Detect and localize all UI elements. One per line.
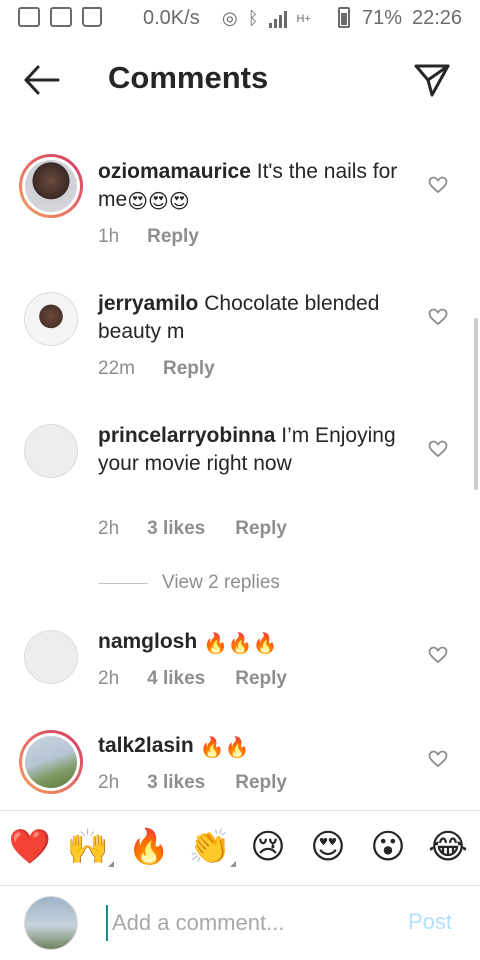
gmail-notification-icon [50,7,72,27]
reaction-raised-hands-button[interactable]: 🙌 [66,825,114,869]
divider [98,582,148,584]
avatar[interactable] [19,154,83,218]
paper-plane-icon [414,64,450,97]
comment-likes[interactable]: 4 likes [147,668,205,690]
header: Comments [0,38,480,122]
like-comment-button[interactable] [428,646,448,664]
bluetooth-icon: ᛒ [247,8,259,28]
clap-emoji-icon: 👏 [188,828,232,866]
reply-button[interactable]: Reply [235,518,287,540]
comment-time: 22m [98,358,135,379]
quick-reaction-bar: ❤️ 🙌 🔥 👏 😢 😍 😮 😂 [0,810,480,886]
avatar[interactable] [24,424,78,478]
reaction-heart-button[interactable]: ❤️ [8,825,52,869]
comment-body: namglosh 🔥🔥🔥 [98,628,398,656]
crying-emoji-icon: 😢 [250,828,286,866]
surprised-emoji-icon: 😮 [370,828,406,866]
signal-icon [268,10,287,28]
reaction-heart-eyes-button[interactable]: 😍 [306,825,350,869]
comment-username[interactable]: namglosh [98,630,197,653]
back-arrow-icon [24,65,60,95]
page-title: Comments [108,60,269,95]
like-comment-button[interactable] [428,308,448,326]
reaction-laughing-button[interactable]: 😂 [426,825,470,869]
comment-username[interactable]: talk2lasin [98,734,194,757]
comment-time: 2h [98,668,120,689]
reply-button[interactable]: Reply [147,226,199,248]
view-replies-button[interactable]: View 2 replies [98,572,280,594]
scrollbar[interactable] [474,318,478,490]
heart-outline-icon [428,176,448,194]
direct-share-button[interactable] [410,60,454,100]
heart-outline-icon [428,750,448,768]
reaction-crying-button[interactable]: 😢 [246,825,290,869]
battery-icon [338,7,350,28]
comment-likes[interactable]: 3 likes [147,772,205,794]
comment-composer: Post [0,887,480,960]
chat-notification-icon [18,7,40,27]
connectivity-icons: ◎ ᛒ H+ [222,8,311,29]
network-type: H+ [296,12,311,25]
comment-time: 2h [98,772,120,793]
like-comment-button[interactable] [428,750,448,768]
hotspot-icon: ◎ [222,8,238,28]
heart-emoji-icon: ❤️ [8,828,52,866]
comment-emoji: 😍😍😍 [127,191,190,213]
reply-button[interactable]: Reply [235,668,287,690]
notification-icons [18,7,102,27]
like-comment-button[interactable] [428,176,448,194]
reply-button[interactable]: Reply [163,358,215,380]
skin-tone-indicator [230,861,236,867]
comment-time: 2h [98,518,120,539]
laughing-emoji-icon: 😂 [428,828,468,866]
comment-body: talk2lasin 🔥🔥 [98,732,398,760]
comment-body: jerryamilo Chocolate blended beauty m [98,290,398,346]
comment-meta: 1h Reply [98,226,199,248]
raised-hands-emoji-icon: 🙌 [66,828,110,866]
battery-percent: 71% [362,7,403,29]
back-button[interactable] [22,62,62,98]
my-avatar [24,896,78,950]
comment-meta: 2h 4 likes Reply [98,668,287,690]
avatar[interactable] [24,630,78,684]
like-comment-button[interactable] [428,440,448,458]
comment-input[interactable] [106,905,396,941]
heart-outline-icon [428,440,448,458]
comment-username[interactable]: oziomamaurice [98,160,251,183]
comment-likes[interactable]: 3 likes [147,518,205,540]
avatar[interactable] [19,730,83,794]
comment-meta: 2h 3 likes Reply [98,518,287,540]
comment-username[interactable]: princelarryobinna [98,424,275,447]
comment-emoji: 🔥🔥🔥 [203,633,278,655]
comment-meta: 2h 3 likes Reply [98,772,287,794]
comment-body: oziomamaurice It's the nails for me😍😍😍 [98,158,398,214]
comment-meta: 22m Reply [98,358,215,380]
comments-list[interactable]: oziomamaurice It's the nails for me😍😍😍 1… [0,122,480,810]
heart-outline-icon [428,646,448,664]
comment-emoji: 🔥🔥 [199,737,250,759]
view-replies-label: View 2 replies [162,572,280,593]
comment-time: 1h [98,226,120,247]
reaction-clap-button[interactable]: 👏 [188,825,236,869]
comment-username[interactable]: jerryamilo [98,292,198,315]
post-button[interactable]: Post [408,909,452,935]
fire-emoji-icon: 🔥 [127,828,171,866]
reaction-fire-button[interactable]: 🔥 [127,825,171,869]
heart-eyes-emoji-icon: 😍 [310,828,346,866]
avatar[interactable] [24,292,78,346]
reaction-surprised-button[interactable]: 😮 [366,825,410,869]
skin-tone-indicator [108,861,114,867]
shop-notification-icon [82,7,102,27]
comment-body: princelarryobinna I’m Enjoying your movi… [98,422,398,478]
clock: 22:26 [412,7,463,29]
status-bar: 0.0K/s ◎ ᛒ H+ 71% 22:26 [0,0,480,38]
heart-outline-icon [428,308,448,326]
reply-button[interactable]: Reply [235,772,287,794]
network-speed: 0.0K/s [143,7,200,29]
